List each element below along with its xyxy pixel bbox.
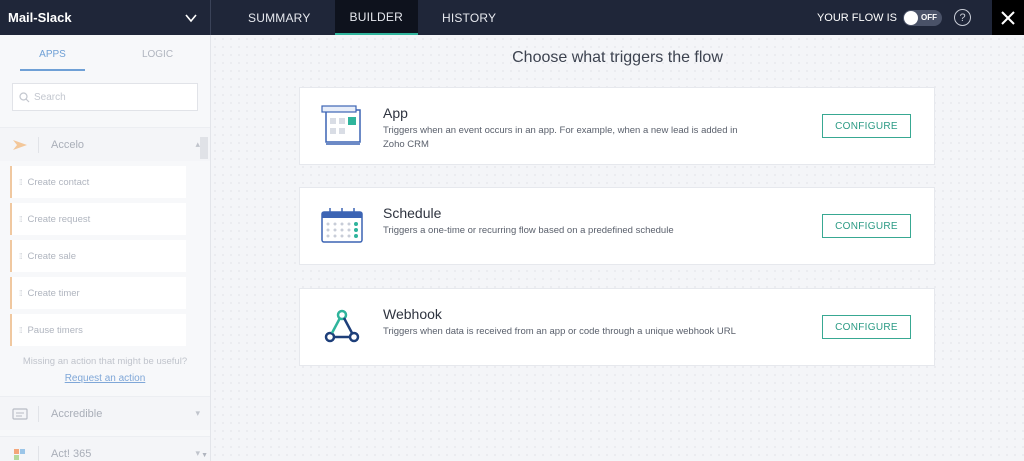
action-label: Create contact: [27, 176, 90, 188]
action-list: ⁞⁞ Create contact ⁞⁞ Create request ⁞⁞ Crea…: [0, 166, 210, 346]
flow-status: YOUR FLOW IS OFF: [817, 0, 942, 35]
drag-handle-icon[interactable]: ⁞⁞: [19, 326, 23, 335]
app-window-icon: [321, 105, 361, 145]
action-item[interactable]: ⁞⁞ Create request: [10, 203, 186, 235]
builder-tabs: SUMMARY BUILDER HISTORY: [236, 0, 520, 35]
trigger-card-webhook[interactable]: Webhook Triggers when data is received f…: [299, 288, 935, 366]
app-name: Accelo: [51, 138, 85, 151]
configure-button[interactable]: CONFIGURE: [822, 214, 911, 238]
search-box[interactable]: Search: [12, 83, 198, 111]
builder-canvas: Choose what triggers the flow App Trigge…: [211, 35, 1024, 461]
toggle-knob: [904, 10, 918, 25]
close-icon: [1001, 10, 1015, 25]
action-label: Pause timers: [27, 324, 83, 336]
flow-status-label: YOUR FLOW IS: [816, 11, 897, 24]
action-item[interactable]: ⁞⁞ Create sale: [10, 240, 186, 272]
chevron-down-icon: [185, 13, 197, 22]
flow-name-selector[interactable]: Mail-Slack: [0, 0, 211, 35]
action-item[interactable]: ⁞⁞ Create contact: [10, 166, 186, 198]
trigger-title: Schedule: [383, 205, 442, 221]
tab-logic[interactable]: LOGIC: [105, 35, 210, 71]
tab-apps[interactable]: APPS: [0, 35, 105, 71]
request-action-link[interactable]: Request an action: [0, 373, 210, 384]
tab-summary[interactable]: SUMMARY: [236, 0, 323, 35]
app-group-accredible: Accredible ▾: [0, 396, 210, 430]
app-name: Act! 365: [51, 447, 92, 460]
flow-toggle[interactable]: OFF: [903, 9, 942, 26]
app-group-act365: Act! 365 ▾: [0, 436, 210, 461]
search-icon: [19, 91, 30, 102]
toggle-label: OFF: [921, 12, 937, 22]
chevron-down-icon[interactable]: ▾: [195, 408, 200, 419]
trigger-title: Webhook: [383, 306, 442, 322]
drag-handle-icon[interactable]: ⁞⁞: [19, 252, 23, 261]
tab-builder[interactable]: BUILDER: [334, 0, 418, 35]
chevron-down-icon[interactable]: ▾: [195, 448, 200, 459]
app-group-accelo: Accelo ▴ ⁞⁞ Create contact ⁞⁞ Create reque…: [0, 127, 210, 384]
sidebar-tabs: APPS LOGIC: [0, 35, 210, 71]
top-bar: Mail-Slack SUMMARY BUILDER HISTORY YOUR …: [0, 0, 1024, 35]
configure-button[interactable]: CONFIGURE: [822, 114, 911, 138]
app-name: Accredible: [51, 407, 103, 420]
trigger-card-app[interactable]: App Triggers when an event occurs in an …: [299, 87, 935, 165]
action-label: Create sale: [27, 250, 77, 262]
trigger-description: Triggers when data is received from an a…: [383, 326, 736, 337]
help-icon[interactable]: ?: [954, 9, 971, 26]
app-header-act365[interactable]: Act! 365 ▾: [0, 436, 210, 461]
calendar-icon: [321, 208, 363, 243]
trigger-description: Triggers when an event occurs in an app.…: [383, 125, 738, 150]
app-header-accredible[interactable]: Accredible ▾: [0, 396, 210, 430]
page-title: Choose what triggers the flow: [512, 49, 723, 66]
accelo-logo-icon: [13, 139, 27, 150]
trigger-card-schedule[interactable]: Schedule Triggers a one-time or recurrin…: [299, 187, 935, 265]
act365-logo-icon: [14, 448, 25, 460]
divider: [38, 405, 39, 422]
configure-button[interactable]: CONFIGURE: [822, 315, 911, 339]
search-input[interactable]: Search: [34, 92, 66, 103]
action-label: Create request: [27, 213, 91, 225]
action-label: Create timer: [27, 287, 80, 299]
app-header-accelo[interactable]: Accelo ▴: [0, 127, 210, 161]
action-item[interactable]: ⁞⁞ Pause timers: [10, 314, 186, 346]
tab-history[interactable]: HISTORY: [430, 0, 508, 35]
divider: [38, 445, 39, 461]
close-button[interactable]: [992, 0, 1024, 35]
missing-action-text: Missing an action that might be useful?: [22, 356, 188, 367]
trigger-description: Triggers a one-time or recurring flow ba…: [383, 225, 674, 236]
sidebar-scrollbar[interactable]: [200, 137, 208, 159]
sidebar: APPS LOGIC Search Accelo ▴ ⁞⁞ Create cont…: [0, 35, 211, 461]
accredible-logo-icon: [12, 407, 28, 420]
divider: [38, 136, 39, 153]
drag-handle-icon[interactable]: ⁞⁞: [19, 289, 23, 298]
drag-handle-icon[interactable]: ⁞⁞: [19, 178, 23, 187]
drag-handle-icon[interactable]: ⁞⁞: [19, 215, 23, 224]
webhook-icon: [324, 309, 360, 343]
scroll-down-icon[interactable]: ▼: [201, 452, 208, 459]
action-item[interactable]: ⁞⁞ Create timer: [10, 277, 186, 309]
trigger-title: App: [383, 105, 408, 121]
flow-name: Mail-Slack: [8, 10, 72, 25]
